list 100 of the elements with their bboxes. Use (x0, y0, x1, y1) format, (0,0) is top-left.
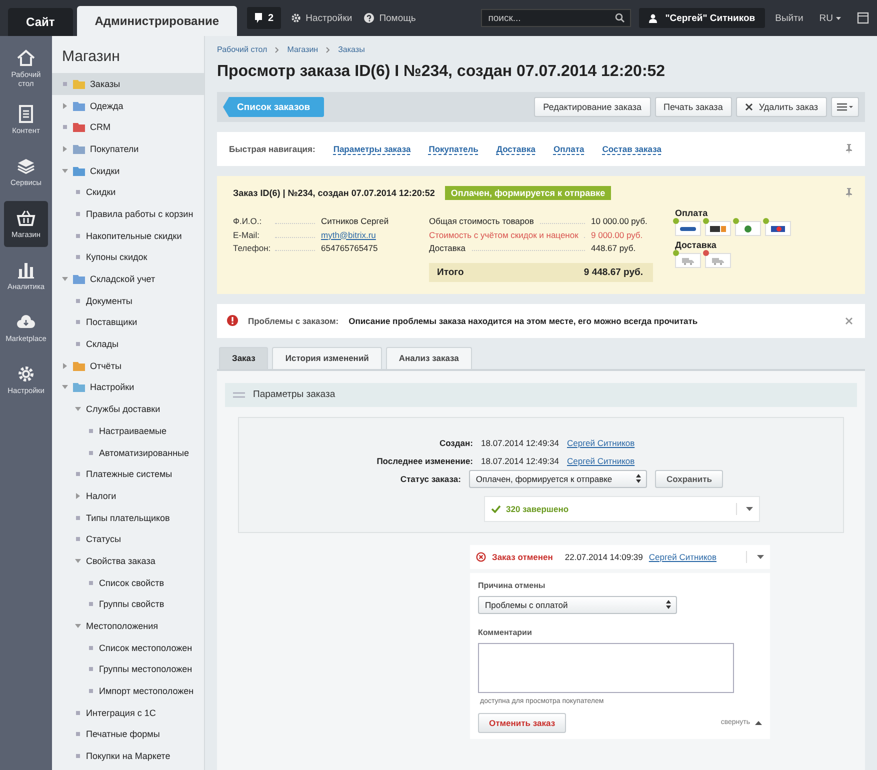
sidebar-item[interactable]: Импорт местоположен (52, 680, 204, 702)
reason-label: Причина отмены (478, 580, 546, 590)
pin-icon[interactable] (845, 188, 853, 198)
bullet-icon (76, 190, 80, 194)
window-icon[interactable] (857, 12, 869, 24)
reason-select[interactable]: Проблемы с оплатой (478, 596, 677, 614)
sidebar-item[interactable]: CRM (52, 116, 204, 138)
top-link[interactable]: Помощь (379, 12, 416, 24)
breadcrumb-link[interactable]: Магазин (287, 45, 318, 54)
cost-label: Доставка (429, 243, 466, 253)
email-link[interactable]: myth@bitrix.ru (321, 230, 376, 240)
breadcrumb-link[interactable]: Рабочий стол (217, 45, 268, 54)
sidebar-item[interactable]: Правила работы с корзин (52, 203, 204, 225)
sidebar-item[interactable]: Статусы (52, 528, 204, 550)
language-button[interactable]: RU (813, 12, 847, 24)
caret-icon[interactable] (75, 623, 81, 630)
sidebar-item[interactable]: Накопительные скидки (52, 224, 204, 246)
cost-value: 10 000.00 руб. (591, 216, 648, 226)
save-button[interactable]: Сохранить (655, 470, 723, 488)
sidebar-item[interactable]: Местоположения (52, 615, 204, 637)
quick-navigation-link[interactable]: Состав заказа (602, 144, 662, 154)
sidebar-item[interactable]: Печатные формы (52, 724, 204, 746)
pin-icon[interactable] (845, 144, 853, 154)
sidebar-item[interactable]: Интеграция с 1С (52, 702, 204, 724)
top-tab[interactable]: Администрирование (76, 6, 238, 36)
payment-method[interactable] (675, 221, 701, 236)
sidebar-item[interactable]: Купоны скидок (52, 246, 204, 268)
sidebar-item[interactable]: Скидки (52, 181, 204, 204)
caret-icon[interactable] (62, 168, 68, 174)
user-link[interactable]: Сергей Ситников (567, 456, 635, 466)
sidebar-item[interactable]: Скидки (52, 160, 204, 182)
comment-field[interactable] (478, 642, 734, 692)
sidebar-item[interactable]: Группы свойств (52, 594, 204, 616)
quick-navigation-link[interactable]: Оплата (553, 144, 584, 154)
sidebar-item[interactable]: Список свойств (52, 572, 204, 594)
bullet-icon (76, 342, 80, 346)
sidebar-item[interactable]: Одежда (52, 94, 204, 116)
sidebar-item[interactable]: Налоги (52, 485, 204, 507)
user-link[interactable]: Сергей Ситников (648, 552, 717, 562)
cancel-order-button[interactable]: Отменить заказ (478, 712, 566, 732)
top-link[interactable]: Настройки (306, 12, 352, 24)
breadcrumb-link[interactable]: Заказы (338, 45, 365, 54)
sidebar-item[interactable]: Склады (52, 333, 204, 355)
person-icon (649, 14, 658, 22)
sidebar-item[interactable]: Настраиваемые (52, 420, 204, 442)
collapse-arrow-icon[interactable] (755, 720, 762, 724)
bullet-icon (76, 255, 80, 260)
dropdown-arrow-icon[interactable] (757, 554, 764, 558)
sidebar-item[interactable]: Группы местоположен (52, 658, 204, 680)
caret-icon[interactable] (62, 102, 68, 109)
delivery-method[interactable] (705, 253, 731, 268)
cost-label: Стоимость с учётом скидок и наценок (429, 230, 578, 240)
sidebar-item[interactable]: Складской учет (52, 268, 204, 290)
user-link[interactable]: Сергей Ситников (567, 438, 635, 448)
tab[interactable]: Заказ (219, 346, 268, 368)
sidebar-item[interactable]: Отчёты (52, 354, 204, 377)
caret-icon[interactable] (62, 146, 68, 152)
sidebar-item[interactable]: Покупки на Маркете (52, 745, 204, 767)
sidebar-item[interactable]: Платежные системы (52, 463, 204, 486)
close-icon[interactable] (845, 316, 853, 324)
caret-icon[interactable] (75, 406, 81, 412)
field-label: Телефон: (233, 243, 269, 253)
logout-link[interactable]: Выйти (775, 12, 804, 24)
toolbar-button[interactable]: Редактирование заказа (534, 97, 651, 117)
user-button[interactable]: "Сергей" Ситников (639, 8, 766, 28)
field-label: E-Mail: (233, 230, 260, 240)
dropdown-arrow-icon[interactable] (746, 506, 753, 510)
quick-navigation-link[interactable]: Параметры заказа (333, 144, 411, 154)
toolbar-button[interactable]: Удалить заказ (736, 97, 827, 117)
caret-icon[interactable] (75, 558, 81, 564)
payment-method[interactable] (765, 221, 791, 236)
quick-navigation-link[interactable]: Доставка (496, 144, 536, 154)
drag-handle-icon[interactable] (233, 392, 245, 398)
caret-icon[interactable] (62, 276, 68, 282)
menu-button[interactable] (831, 97, 859, 117)
payment-method[interactable] (705, 221, 731, 236)
tab[interactable]: Анализ заказа (386, 346, 472, 368)
sidebar-item[interactable]: Настройки (52, 376, 204, 398)
sidebar-item[interactable]: Типы плательщиков (52, 506, 204, 528)
sidebar-item[interactable]: Покупатели (52, 138, 204, 160)
sidebar-item[interactable]: Автоматизированные (52, 442, 204, 464)
sidebar-item[interactable]: Документы (52, 290, 204, 312)
toolbar-button[interactable]: Печать заказа (654, 97, 732, 117)
tab[interactable]: История изменений (272, 346, 382, 368)
caret-icon[interactable] (75, 492, 81, 499)
sidebar-item[interactable]: Поставщики (52, 312, 204, 334)
notifications-button[interactable]: 2 (247, 7, 281, 29)
sidebar-item[interactable]: Список местоположен (52, 636, 204, 659)
sidebar-item[interactable]: Службы доставки (52, 398, 204, 420)
status-select[interactable]: Оплачен, формируется к отправке (468, 470, 648, 488)
sidebar-item[interactable]: Свойства заказа (52, 550, 204, 572)
top-tab[interactable]: Сайт (8, 8, 73, 36)
folder-icon (73, 274, 85, 284)
search-field[interactable]: поиск... (481, 9, 632, 27)
delivery-method[interactable] (675, 253, 701, 268)
sidebar-item[interactable]: Заказы (52, 73, 204, 95)
date-text: 18.07.2014 12:49:34 (481, 456, 559, 466)
caret-icon[interactable] (62, 384, 68, 390)
caret-icon[interactable] (62, 362, 68, 369)
quick-navigation-link[interactable]: Покупатель (428, 144, 478, 154)
